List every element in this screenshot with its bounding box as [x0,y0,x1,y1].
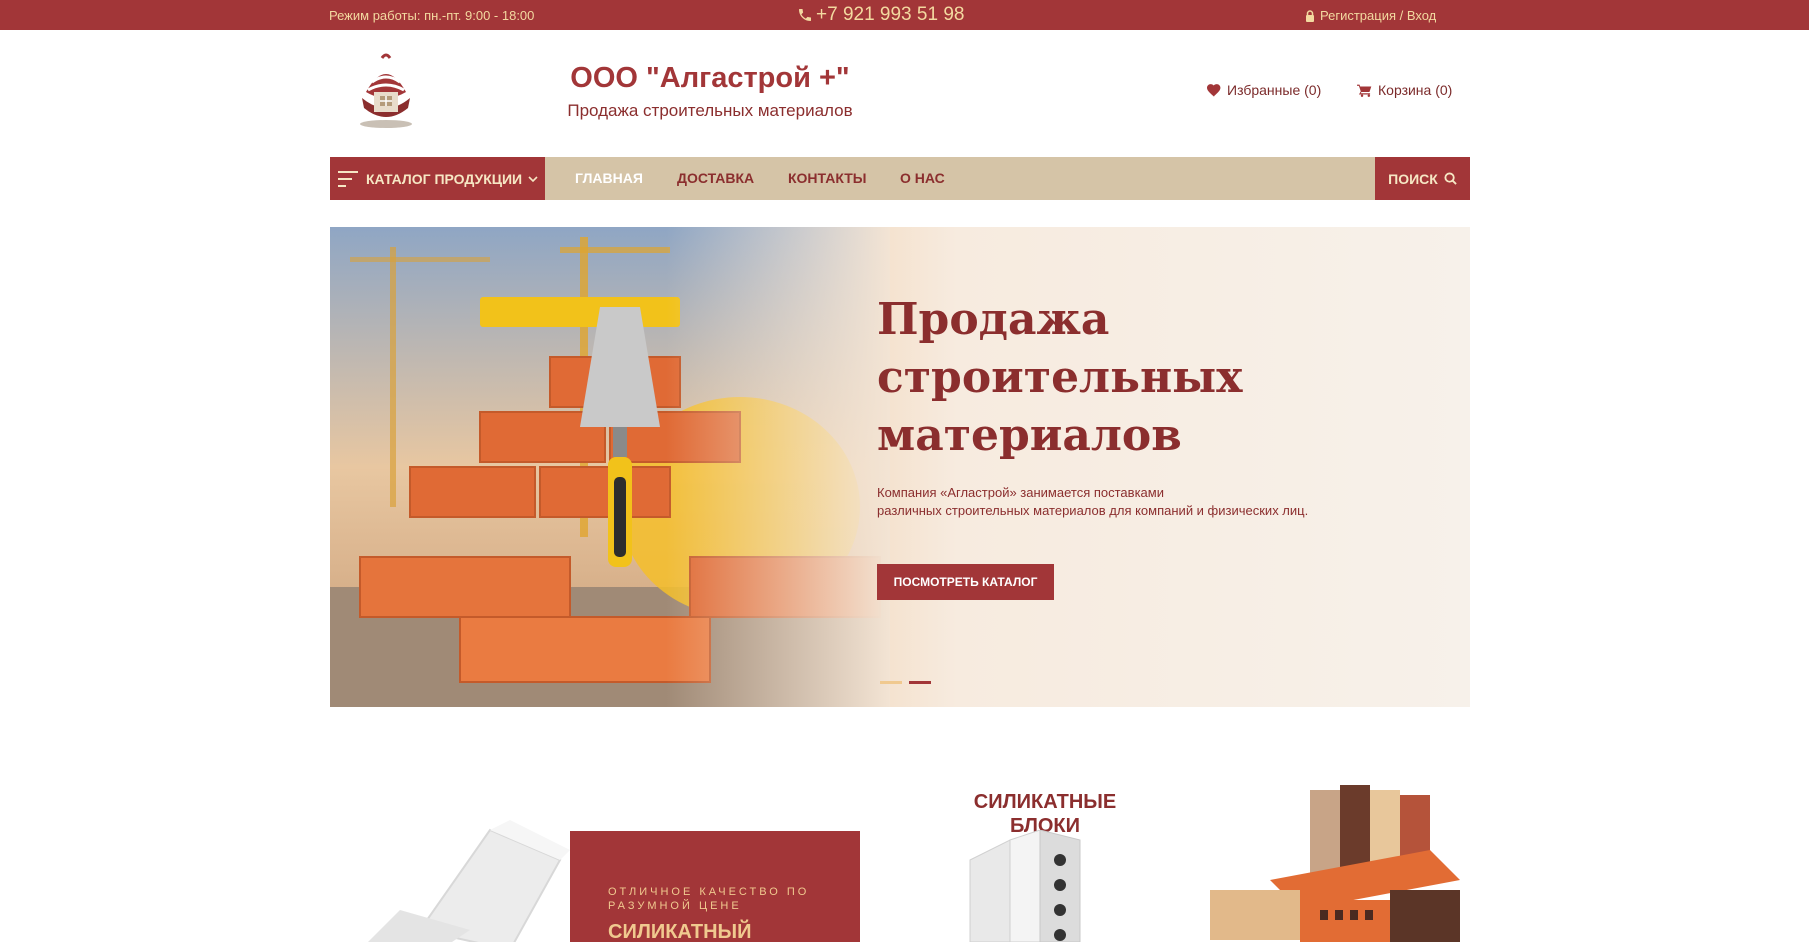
promo-text-box: ОТЛИЧНОЕ КАЧЕСТВО ПО РАЗУМНОЙ ЦЕНЕ СИЛИК… [570,831,860,942]
company-logo[interactable] [352,52,420,130]
promo-image-silicate-block [368,820,570,942]
main-nav: КАТАЛОГ ПРОДУКЦИИ ГЛАВНАЯ ДОСТАВКА КОНТА… [330,157,1470,200]
nav-home[interactable]: ГЛАВНАЯ [575,170,643,186]
nav-about[interactable]: О НАС [900,170,945,186]
hero-slider: Продажа строительных материалов Компания… [330,227,1470,707]
hero-description: Компания «Агластрой» занимается поставка… [877,484,1397,520]
phone-icon [799,9,811,21]
promo-banner[interactable]: ОТЛИЧНОЕ КАЧЕСТВО ПО РАЗУМНОЙ ЦЕНЕ СИЛИК… [330,780,860,942]
product-title-line: СИЛИКАТНЫЕ [973,791,1117,813]
search-label: ПОИСК [1388,170,1438,187]
top-bar: Режим работы: пн.-пт. 9:00 - 18:00 +7 92… [0,0,1809,30]
working-hours: Режим работы: пн.-пт. 9:00 - 18:00 [329,8,535,23]
view-catalog-button[interactable]: ПОСМОТРЕТЬ КАТАЛОГ [877,564,1054,600]
promo-subtitle: ОТЛИЧНОЕ КАЧЕСТВО ПО РАЗУМНОЙ ЦЕНЕ [608,885,822,913]
phone-link[interactable]: +7 921 993 51 98 [797,4,964,26]
lock-icon [1306,9,1314,22]
search-icon [1444,172,1457,185]
catalog-label: КАТАЛОГ ПРОДУКЦИИ [366,170,523,187]
menu-lines-icon [338,170,358,187]
hero-title-line: Продажа [877,294,1110,345]
phone-number: +7 921 993 51 98 [816,4,965,25]
nav-contacts[interactable]: КОНТАКТЫ [788,170,866,186]
hero-title-line: строительных [877,352,1243,403]
slider-dot-2-active[interactable] [909,681,931,684]
nav-delivery[interactable]: ДОСТАВКА [677,170,754,186]
auth-label: Регистрация / Вход [1320,8,1437,23]
catalog-menu-button[interactable]: КАТАЛОГ ПРОДУКЦИИ [330,157,545,200]
promo-subtitle-line: ОТЛИЧНОЕ КАЧЕСТВО ПО [608,886,810,898]
company-block: ООО "Алгастрой +" Продажа строительных м… [500,62,920,121]
search-button[interactable]: ПОИСК [1375,157,1470,200]
cart-label: Корзина (0) [1378,82,1453,98]
slider-dot-1[interactable] [880,681,902,684]
silicate-blocks-image[interactable] [960,830,1120,942]
site-header: ООО "Алгастрой +" Продажа строительных м… [0,30,1809,156]
hero-image-bricks-tools [330,227,890,707]
chevron-down-icon [528,175,538,182]
promo-subtitle-line: РАЗУМНОЙ ЦЕНЕ [608,900,742,912]
hero-title: Продажа строительных материалов [877,291,1397,465]
hero-description-line: различных строительных материалов для ко… [877,503,1309,518]
heart-icon [1207,83,1221,97]
favorites-link[interactable]: Избранные (0) [1207,82,1321,98]
cart-icon [1357,84,1372,97]
auth-link[interactable]: Регистрация / Вход [1305,8,1436,23]
cart-link[interactable]: Корзина (0) [1357,82,1452,98]
favorites-label: Избранные (0) [1227,82,1322,98]
promo-title: СИЛИКАТНЫЙ [608,921,752,942]
company-tagline: Продажа строительных материалов [567,101,853,120]
company-name: ООО "Алгастрой +" [570,62,850,94]
hero-description-line: Компания «Агластрой» занимается поставка… [877,485,1164,500]
hero-title-line: материалов [877,410,1182,461]
bricks-image[interactable] [1200,780,1470,942]
